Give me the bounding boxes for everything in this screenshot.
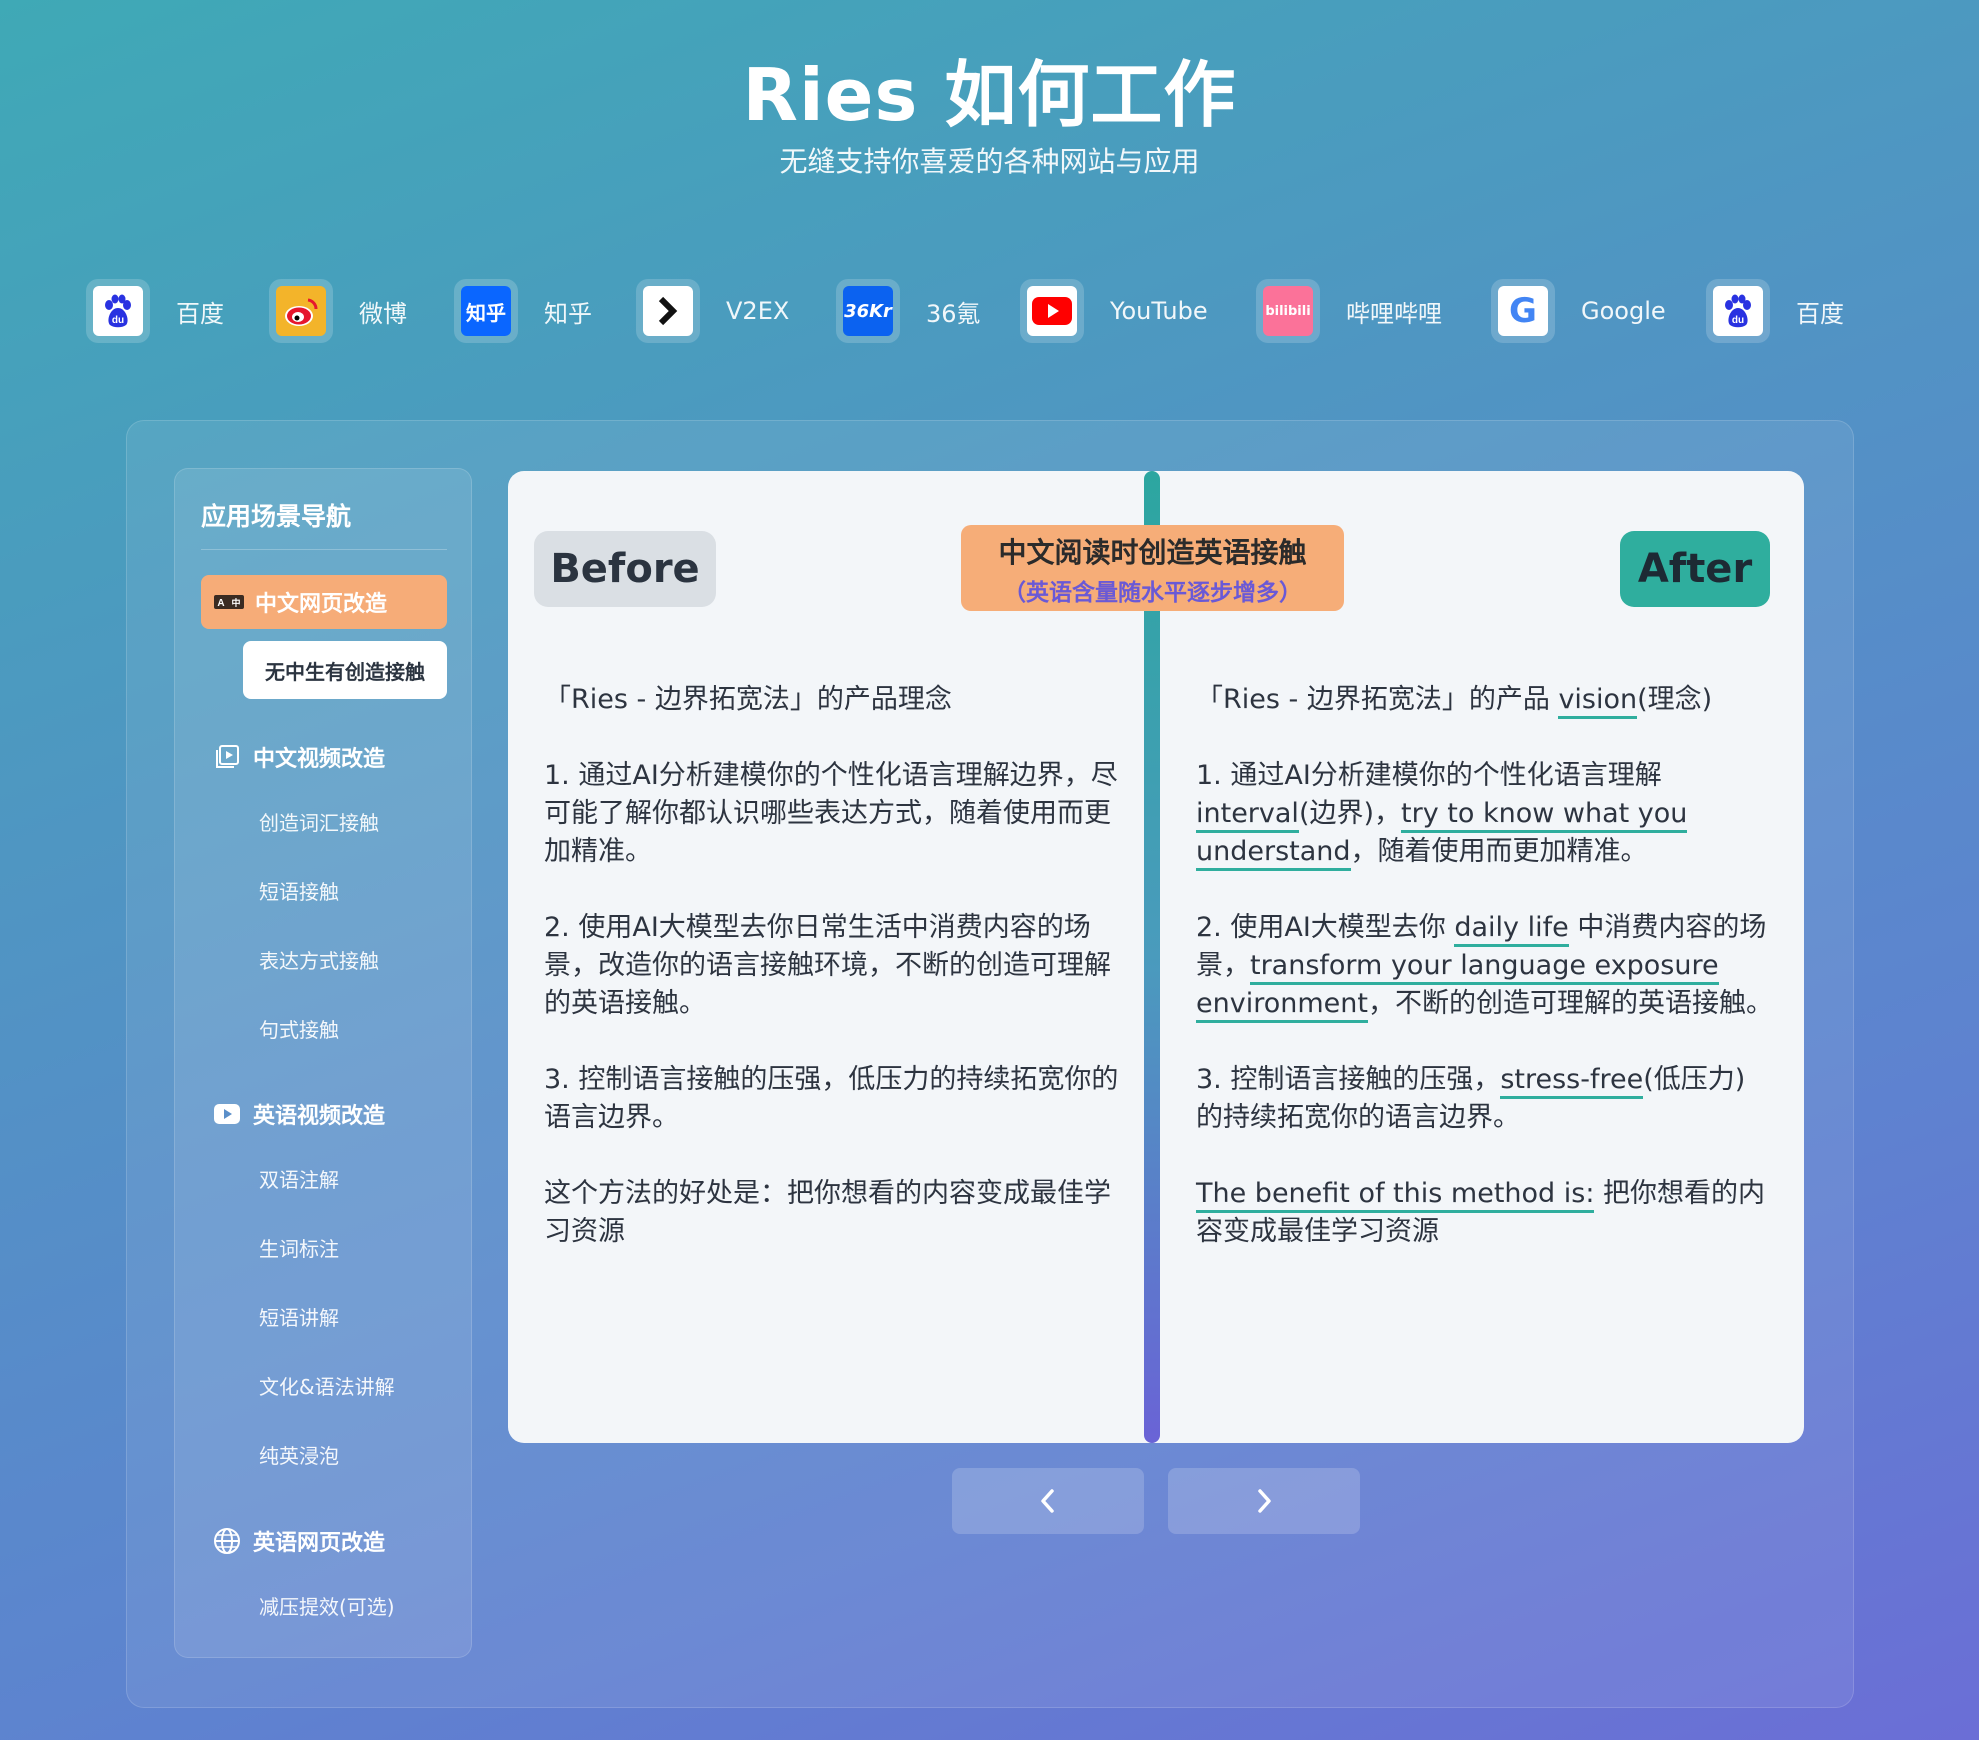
translate-badge-icon: A 中 [214,595,244,609]
before-paragraph: 3. 控制语言接触的压强，低压力的持续拓宽你的语言边界。 [544,1064,1119,1133]
site-label: Google [1581,297,1666,325]
after-text-segment: 1. 通过AI分析建模你的个性化语言理解 [1196,760,1662,791]
after-paragraph: The benefit of this method is: 把你想看的内容变成… [1196,1175,1776,1251]
chevron-right-icon [1258,1489,1271,1513]
site-baidu[interactable]: du 百度 [86,276,224,346]
scenario-tag-title: 中文阅读时创造英语接触 [998,536,1307,569]
site-label: 知乎 [544,299,592,328]
nav-group-label: 英语网页改造 [253,1531,386,1556]
site-bilibili[interactable]: bilibili 哔哩哔哩 [1256,276,1442,346]
nav-group-label: 英语视频改造 [253,1104,386,1129]
v2ex-icon [636,279,700,343]
before-tag: Before [534,531,716,607]
before-text: 「Ries - 边界拓宽法」的产品理念 1. 通过AI分析建模你的个性化语言理解… [544,681,1124,1289]
scenario-nav: 应用场景导航 A 中 中文网页改造 无中生有创造接触 中文视频改造 创造词汇接触… [174,468,472,1658]
before-title: 「Ries - 边界拓宽法」的产品理念 [544,684,952,715]
nav-item-active[interactable]: 无中生有创造接触 [243,641,447,699]
after-paragraph: 2. 使用AI大模型去你 daily life 中消费内容的场景，transfo… [1196,909,1776,1023]
scenario-tag-subtitle: （英语含量随水平逐步增多） [1003,580,1302,606]
after-title: 「Ries - 边界拓宽法」的产品 vision(理念) [1196,681,1776,719]
baidu-icon: du [1706,279,1770,343]
nav-item[interactable]: 纯英浸泡 [259,1440,339,1469]
nav-item[interactable]: 表达方式接触 [259,945,379,974]
nav-group-english-video[interactable]: 英语视频改造 [211,1094,385,1134]
svg-text:A: A [217,598,224,609]
supported-sites-row: du 百度 微博 知乎 知乎 V2EX 36Kr 36氪 YouTube bil… [86,276,1906,346]
after-text-segment: 3. 控制语言接触的压强， [1196,1064,1501,1095]
nav-item[interactable]: 双语注解 [259,1164,339,1193]
after-paragraph: 3. 控制语言接触的压强，stress-free(低压力) 的持续拓宽你的语言边… [1196,1061,1776,1137]
site-label: YouTube [1110,297,1208,325]
after-tag: After [1620,531,1770,607]
nav-group-english-web[interactable]: 英语网页改造 [211,1521,385,1561]
chevron-left-icon [1041,1489,1054,1513]
english-highlight[interactable]: vision [1558,684,1638,719]
site-v2ex[interactable]: V2EX [636,276,789,346]
site-label: V2EX [726,297,790,325]
play-icon [211,1098,243,1130]
after-text-segment: ，不断的创造可理解的英语接触。 [1367,988,1773,1019]
svg-text:中: 中 [231,597,240,608]
after-text-segment: 「Ries - 边界拓宽法」的产品 [1196,684,1559,715]
nav-item[interactable]: 句式接触 [259,1014,339,1043]
page-title: Ries 如何工作 [742,53,1237,137]
after-text-segment: 2. 使用AI大模型去你 [1196,912,1455,943]
before-paragraph: 2. 使用AI大模型去你日常生活中消费内容的场景，改造你的语言接触环境，不断的创… [544,912,1111,1019]
site-youtube[interactable]: YouTube [1020,276,1208,346]
scenario-tag: 中文阅读时创造英语接触 （英语含量随水平逐步增多） [961,525,1344,611]
nav-group-chinese-web[interactable]: A 中 中文网页改造 [201,575,447,629]
youtube-icon [1020,279,1084,343]
site-zhihu[interactable]: 知乎 知乎 [454,276,592,346]
before-paragraph: 这个方法的好处是：把你想看的内容变成最佳学习资源 [544,1178,1111,1247]
nav-item[interactable]: 创造词汇接触 [259,807,379,836]
after-text-segment: (理念) [1637,684,1713,715]
svg-text:du: du [112,315,124,326]
nav-item[interactable]: 文化&语法讲解 [259,1371,395,1400]
site-baidu[interactable]: du 百度 [1706,276,1844,346]
nav-group-label: 中文视频改造 [253,747,386,772]
nav-item[interactable]: 短语讲解 [259,1302,339,1331]
prev-button[interactable] [952,1468,1144,1534]
english-highlight[interactable]: stress-free [1500,1064,1644,1099]
site-label: 微博 [359,299,407,328]
site-google[interactable]: G Google [1491,276,1666,346]
after-paragraph: 1. 通过AI分析建模你的个性化语言理解 interval(边界)，try to… [1196,757,1776,871]
page-subtitle: 无缝支持你喜爱的各种网站与应用 [779,145,1200,178]
site-label: 百度 [1796,299,1844,328]
nav-item[interactable]: 减压提效(可选) [259,1591,395,1620]
nav-divider [201,549,447,550]
after-text: 「Ries - 边界拓宽法」的产品 vision(理念) 1. 通过AI分析建模… [1196,681,1776,1289]
site-label: 哔哩哔哩 [1346,299,1442,328]
site-weibo[interactable]: 微博 [269,276,407,346]
36kr-icon: 36Kr [836,279,900,343]
bilibili-icon: bilibili [1256,279,1320,343]
baidu-icon: du [86,279,150,343]
english-highlight[interactable]: daily life [1454,912,1569,947]
site-label: 36氪 [926,299,981,328]
google-icon: G [1491,279,1555,343]
next-button[interactable] [1168,1468,1360,1534]
nav-item[interactable]: 生词标注 [259,1233,339,1262]
before-after-card: Before After 中文阅读时创造英语接触 （英语含量随水平逐步增多） 「… [508,471,1804,1443]
after-text-segment: (边界)， [1298,798,1402,829]
site-label: 百度 [176,299,224,328]
before-paragraph: 1. 通过AI分析建模你的个性化语言理解边界，尽可能了解你都认识哪些表达方式，随… [544,760,1118,867]
weibo-icon [269,279,333,343]
comparison-divider[interactable] [1144,471,1160,1443]
globe-icon [211,1525,243,1557]
english-highlight[interactable]: The benefit of this method is: [1196,1178,1595,1213]
zhihu-icon: 知乎 [454,279,518,343]
nav-group-chinese-video[interactable]: 中文视频改造 [211,737,385,777]
site-36kr[interactable]: 36Kr 36氪 [836,276,981,346]
after-text-segment: ，随着使用而更加精准。 [1350,836,1648,867]
video-frame-icon [211,741,243,773]
nav-group-label: 中文网页改造 [255,592,388,617]
nav-title: 应用场景导航 [201,502,352,531]
nav-item[interactable]: 短语接触 [259,876,339,905]
svg-text:du: du [1732,315,1744,326]
english-highlight[interactable]: interval [1196,798,1299,833]
